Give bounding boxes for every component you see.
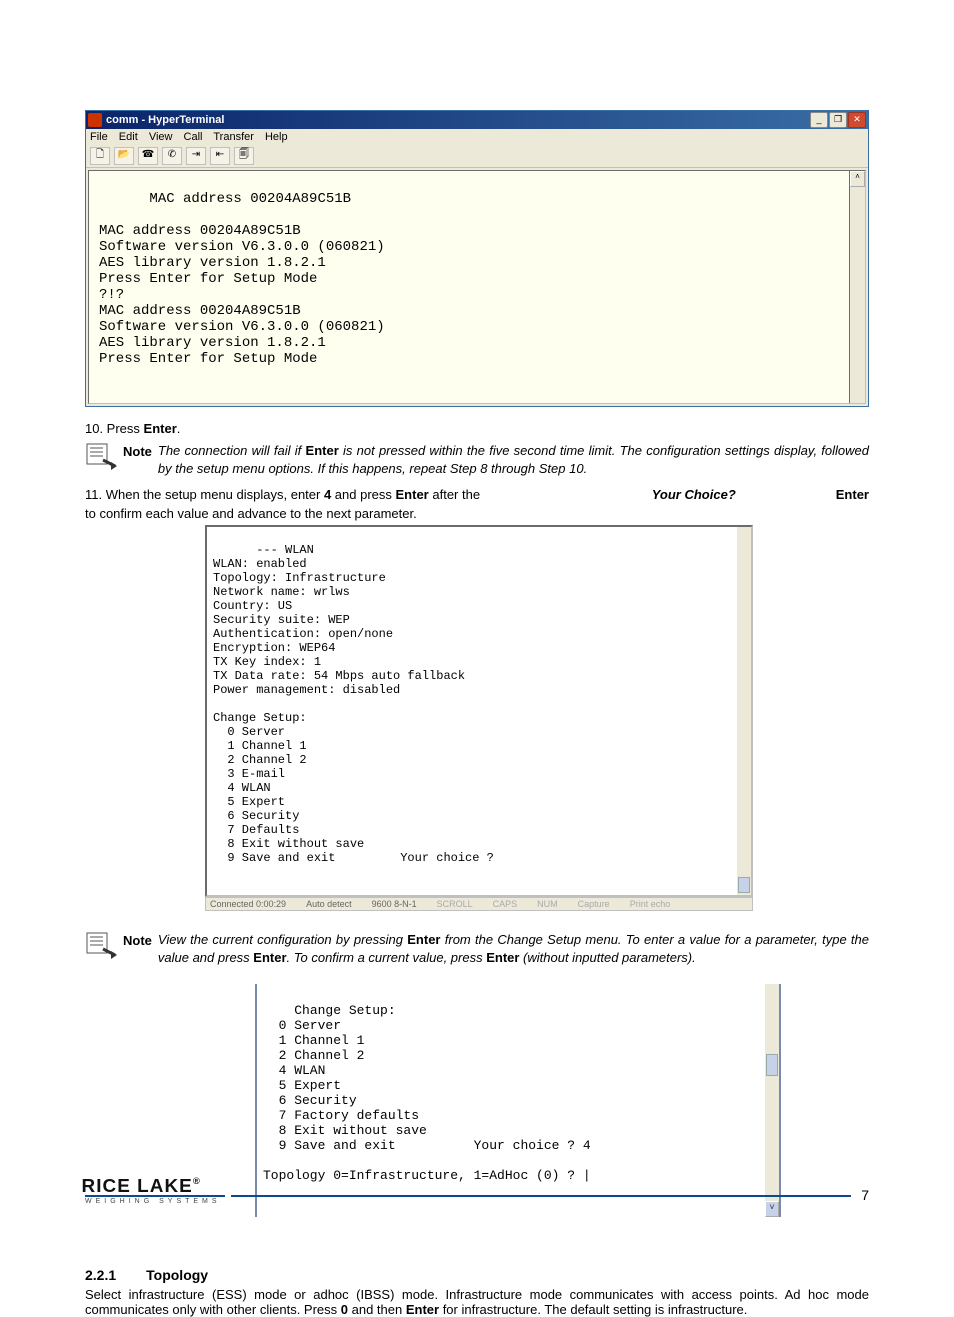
note-icon (85, 931, 117, 959)
scroll-thumb[interactable] (738, 877, 750, 893)
status-baud: 9600 8-N-1 (372, 899, 417, 909)
scrollbar[interactable] (737, 527, 751, 895)
menu-call[interactable]: Call (184, 131, 203, 143)
enter-key: Enter (144, 421, 177, 436)
send-icon[interactable]: ⇥ (186, 147, 206, 165)
step-11-cont: to confirm each value and advance to the… (85, 506, 869, 521)
page-footer: RICE LAKE® WEIGHING SYSTEMS 7 (85, 1177, 869, 1205)
status-num: NUM (537, 899, 558, 909)
note-2: Note View the current configuration by p… (85, 931, 869, 966)
note-icon (85, 442, 117, 470)
menubar: File Edit View Call Transfer Help (86, 129, 868, 145)
menu-view[interactable]: View (149, 131, 173, 143)
toolbar: 🗋 📂 ☎ ✆ ⇥ ⇤ 🗐 (86, 145, 868, 168)
status-capture: Capture (578, 899, 610, 909)
note-1-text: The connection will fail if Enter is not… (158, 442, 869, 477)
page-number: 7 (861, 1187, 869, 1203)
menu-transfer[interactable]: Transfer (213, 131, 254, 143)
new-doc-icon[interactable]: 🗋 (90, 147, 110, 165)
section-body: Select infrastructure (ESS) mode or adho… (85, 1287, 869, 1317)
app-icon (88, 113, 102, 127)
status-caps: CAPS (493, 899, 518, 909)
status-detect: Auto detect (306, 899, 352, 909)
menu-help[interactable]: Help (265, 131, 288, 143)
change-setup-text: Change Setup: 0 Server 1 Channel 1 2 Cha… (263, 1003, 591, 1183)
note-1: Note The connection will fail if Enter i… (85, 442, 869, 477)
note-label: Note (123, 931, 152, 948)
minimize-icon[interactable]: _ (810, 112, 828, 128)
note-label: Note (123, 442, 152, 459)
window-title: comm - HyperTerminal (106, 114, 810, 126)
terminal-pane: MAC address 00204A89C51B MAC address 002… (88, 170, 866, 404)
hyperterminal-window: comm - HyperTerminal _ ❐ ✕ File Edit Vie… (85, 110, 869, 407)
step-10: 10. Press Enter. (85, 421, 869, 436)
note-2-text: View the current configuration by pressi… (158, 931, 869, 966)
terminal-text: MAC address 00204A89C51B MAC address 002… (99, 191, 385, 367)
menu-file[interactable]: File (90, 131, 108, 143)
step-11: 11. When the setup menu displays, enter … (85, 487, 869, 502)
connect-icon[interactable]: ☎ (138, 147, 158, 165)
setup-menu-text: --- WLAN WLAN: enabled Topology: Infrast… (213, 543, 494, 865)
status-scroll: SCROLL (437, 899, 473, 909)
your-choice-prompt: Your Choice? (652, 487, 736, 502)
setup-menu-screenshot: --- WLAN WLAN: enabled Topology: Infrast… (205, 525, 753, 911)
maximize-icon[interactable]: ❐ (829, 112, 847, 128)
logo: RICE LAKE® WEIGHING SYSTEMS (85, 1177, 225, 1205)
open-doc-icon[interactable]: 📂 (114, 147, 134, 165)
receive-icon[interactable]: ⇤ (210, 147, 230, 165)
scroll-thumb[interactable] (766, 1054, 778, 1076)
step-10-pre: 10. Press (85, 421, 144, 436)
footer-rule (231, 1195, 851, 1197)
status-printecho: Print echo (630, 899, 671, 909)
close-icon[interactable]: ✕ (848, 112, 866, 128)
statusbar: Connected 0:00:29 Auto detect 9600 8-N-1… (205, 897, 753, 911)
scrollbar[interactable]: ˄ (849, 171, 865, 403)
step-10-suf: . (177, 421, 181, 436)
menu-edit[interactable]: Edit (119, 131, 138, 143)
scroll-up-icon[interactable]: ˄ (850, 171, 865, 187)
titlebar: comm - HyperTerminal _ ❐ ✕ (86, 111, 868, 129)
section-heading: 2.2.1Topology (85, 1267, 869, 1283)
status-connected: Connected 0:00:29 (210, 899, 286, 909)
properties-icon[interactable]: 🗐 (234, 147, 254, 165)
disconnect-icon[interactable]: ✆ (162, 147, 182, 165)
setup-menu-pane: --- WLAN WLAN: enabled Topology: Infrast… (205, 525, 753, 897)
